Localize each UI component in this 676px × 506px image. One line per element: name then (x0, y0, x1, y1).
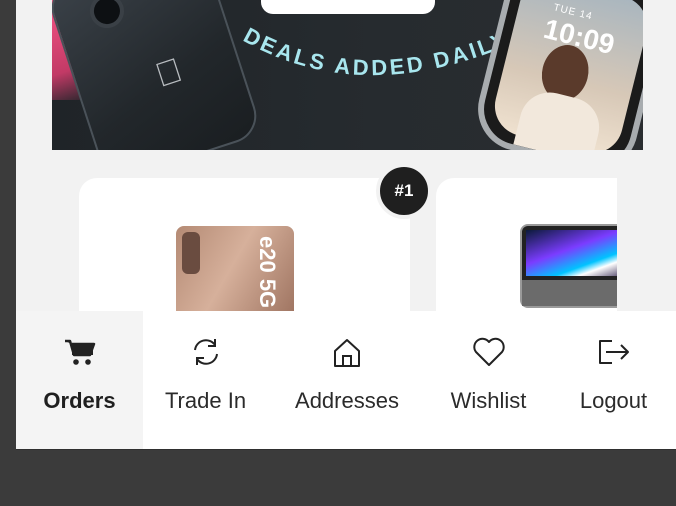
tab-trade-in[interactable]: Trade In (143, 311, 268, 449)
laptop-keyboard (522, 280, 617, 306)
tab-wishlist-label: Wishlist (450, 388, 527, 413)
page-content:  DEALS ADDED DAILY TUE 14 10:09 e20 5G (16, 0, 676, 450)
tab-orders-label: Orders (43, 388, 116, 413)
phone-camera-icon (85, 0, 129, 33)
laptop-screen (526, 230, 617, 276)
svg-text:DEALS ADDED DAILY: DEALS ADDED DAILY (240, 23, 513, 81)
tab-logout-label: Logout (579, 388, 648, 413)
hero-banner[interactable]:  DEALS ADDED DAILY TUE 14 10:09 (52, 0, 643, 150)
tab-wishlist[interactable]: Wishlist (426, 311, 551, 449)
tab-orders[interactable]: Orders (16, 311, 143, 449)
refresh-icon (190, 337, 222, 372)
cart-icon (63, 337, 97, 372)
hero-headline-text: DEALS ADDED DAILY (240, 23, 510, 81)
camera-module-icon (182, 232, 200, 274)
logout-icon (596, 337, 632, 372)
tab-logout[interactable]: Logout (551, 311, 676, 449)
tab-trade-in-label: Trade In (164, 388, 247, 413)
tab-addresses[interactable]: Addresses (268, 311, 426, 449)
rank-badge: #1 (376, 163, 432, 219)
apple-logo-icon:  (151, 51, 187, 96)
hero-cta-button[interactable] (261, 0, 435, 14)
heart-icon (472, 337, 506, 372)
watch-screen: TUE 14 10:09 (488, 0, 643, 150)
tab-addresses-label: Addresses (295, 388, 399, 413)
watch-face-body (513, 86, 606, 150)
account-tab-bar: Orders Trade In Addresses Wishlist Logou… (16, 311, 676, 450)
product-image (520, 224, 617, 308)
home-icon (331, 337, 363, 374)
product-image-text: e20 5G (255, 236, 280, 309)
